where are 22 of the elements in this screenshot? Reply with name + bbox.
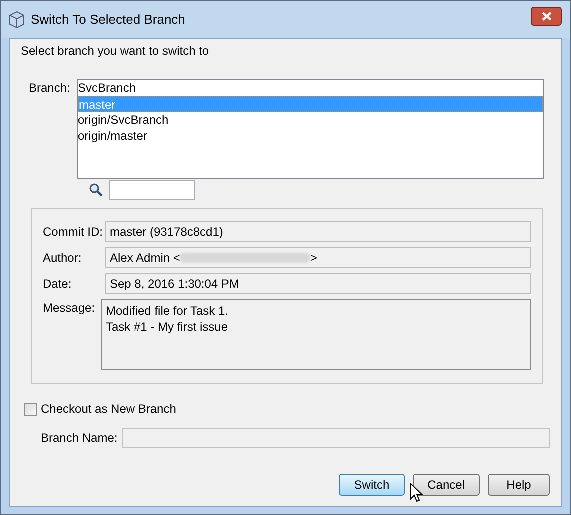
author-name: Alex Admin <	[110, 250, 180, 266]
date-field: Sep 8, 2016 1:30:04 PM	[105, 273, 531, 294]
field-label: Author:	[43, 250, 83, 266]
message-line: Modified file for Task 1.	[106, 303, 230, 319]
field-label: Date:	[43, 276, 73, 292]
branch-list[interactable]: SvcBranch master origin/SvcBranch origin/master	[77, 79, 544, 179]
branch-item[interactable]: SvcBranch	[78, 80, 543, 96]
message-line: Task #1 - My first issue	[106, 319, 230, 335]
field-label: Commit ID:	[43, 224, 104, 240]
commit-id-field: master (93178c8cd1)	[105, 221, 531, 242]
branch-label: Branch:	[29, 80, 72, 97]
branch-item[interactable]: origin/SvcBranch	[78, 112, 543, 128]
dialog-button[interactable]: Switch	[339, 474, 405, 496]
dialog-button[interactable]: Help	[488, 474, 550, 496]
branch-name-label: Branch Name:	[41, 430, 118, 447]
checkbox-label: Checkout as New Branch	[41, 401, 176, 418]
author-bracket: >	[310, 250, 318, 266]
dialog-button[interactable]: Cancel	[412, 474, 480, 496]
window-title: Switch To Selected Branch	[31, 10, 186, 29]
instruction-text: Select branch you want to switch to	[21, 43, 210, 60]
field-label: Message:	[43, 300, 96, 317]
branch-item[interactable]: origin/master	[78, 128, 543, 144]
